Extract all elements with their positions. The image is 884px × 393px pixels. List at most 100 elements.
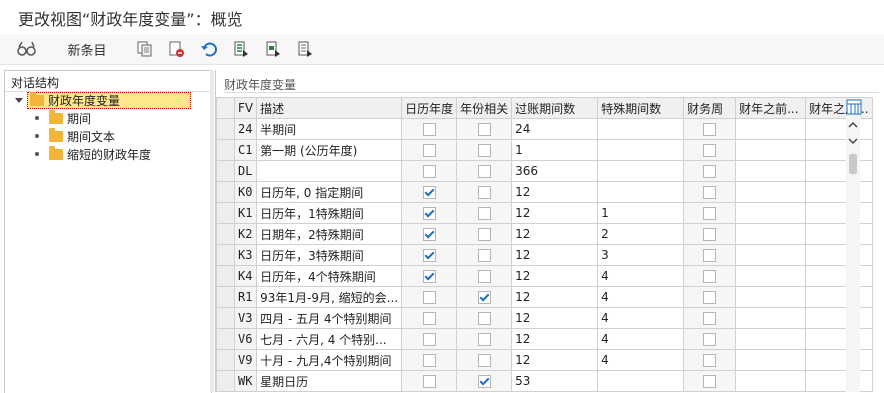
table-row[interactable]: V6 七月 - 六月, 4 个特别... 12 4 bbox=[216, 328, 873, 350]
delete-icon[interactable] bbox=[166, 38, 188, 60]
row-selector[interactable] bbox=[216, 370, 235, 392]
table-row[interactable]: C1 第一期 (公历年度) 1 bbox=[216, 139, 873, 161]
table-row[interactable]: K1 日历年，1特殊期间 12 1 bbox=[216, 202, 873, 224]
calendar-year-cell[interactable] bbox=[401, 139, 458, 161]
undo-icon[interactable] bbox=[198, 38, 220, 60]
year-dependent-checkbox[interactable] bbox=[477, 270, 491, 283]
calendar-year-checkbox[interactable] bbox=[422, 165, 436, 178]
year-dependent-checkbox[interactable] bbox=[477, 375, 491, 388]
row-selector-header[interactable] bbox=[216, 97, 235, 119]
calendar-year-checkbox[interactable] bbox=[422, 249, 436, 262]
row-selector[interactable] bbox=[216, 328, 235, 350]
fv-cell[interactable]: K3 bbox=[233, 244, 258, 266]
description-cell[interactable]: 日期年，2特殊期间 bbox=[256, 223, 403, 245]
fiscal-week-checkbox[interactable] bbox=[703, 333, 717, 346]
column-header-fv[interactable]: FV bbox=[233, 97, 258, 119]
deselect-icon[interactable] bbox=[294, 38, 316, 60]
posting-periods-cell[interactable]: 12 bbox=[511, 349, 599, 371]
scroll-up-icon[interactable] bbox=[848, 120, 858, 130]
posting-periods-cell[interactable]: 12 bbox=[511, 286, 599, 308]
fiscal-week-cell[interactable] bbox=[683, 349, 737, 371]
special-periods-cell[interactable] bbox=[597, 118, 685, 140]
calendar-year-cell[interactable] bbox=[401, 265, 458, 287]
column-header-fiscal-week[interactable]: 财务周 bbox=[683, 97, 737, 119]
row-selector[interactable] bbox=[216, 244, 235, 266]
table-row[interactable]: K2 日期年，2特殊期间 12 2 bbox=[216, 223, 873, 245]
tree-item-period-texts[interactable]: 期间文本 bbox=[35, 127, 115, 145]
posting-periods-cell[interactable]: 366 bbox=[511, 160, 599, 182]
fiscal-week-checkbox[interactable] bbox=[703, 249, 717, 262]
fiscal-week-cell[interactable] bbox=[683, 307, 737, 329]
row-selector[interactable] bbox=[216, 202, 235, 224]
row-selector[interactable] bbox=[216, 139, 235, 161]
new-entries-button[interactable]: 新条目 bbox=[64, 38, 110, 60]
table-row[interactable]: K3 日历年，3特殊期间 12 3 bbox=[216, 244, 873, 266]
description-cell[interactable]: 四月 - 五月 4个特别期间 bbox=[256, 307, 403, 329]
calendar-year-checkbox[interactable] bbox=[422, 228, 436, 241]
calendar-year-cell[interactable] bbox=[401, 118, 458, 140]
fy-before-cell[interactable] bbox=[735, 223, 807, 245]
calendar-year-cell[interactable] bbox=[401, 370, 458, 392]
fy-before-cell[interactable] bbox=[735, 139, 807, 161]
fiscal-week-cell[interactable] bbox=[683, 160, 737, 182]
year-dependent-checkbox[interactable] bbox=[477, 207, 491, 220]
year-dependent-cell[interactable] bbox=[456, 118, 513, 140]
fy-after-cell[interactable] bbox=[805, 160, 873, 182]
special-periods-cell[interactable]: 3 bbox=[597, 244, 685, 266]
fiscal-week-checkbox[interactable] bbox=[703, 144, 717, 157]
fiscal-week-cell[interactable] bbox=[683, 118, 737, 140]
fy-before-cell[interactable] bbox=[735, 307, 807, 329]
table-row[interactable]: V9 十月 - 九月,4个特别期间 12 4 bbox=[216, 349, 873, 371]
column-header-special-periods[interactable]: 特殊期间数 bbox=[597, 97, 685, 119]
year-dependent-checkbox[interactable] bbox=[477, 228, 491, 241]
glasses-icon[interactable] bbox=[14, 38, 40, 60]
fiscal-week-checkbox[interactable] bbox=[703, 291, 717, 304]
posting-periods-cell[interactable]: 12 bbox=[511, 202, 599, 224]
fiscal-week-cell[interactable] bbox=[683, 265, 737, 287]
row-selector[interactable] bbox=[216, 286, 235, 308]
year-dependent-checkbox[interactable] bbox=[477, 312, 491, 325]
select-block-icon[interactable] bbox=[262, 38, 284, 60]
calendar-year-checkbox[interactable] bbox=[422, 333, 436, 346]
special-periods-cell[interactable]: 4 bbox=[597, 286, 685, 308]
special-periods-cell[interactable]: 4 bbox=[597, 328, 685, 350]
table-row[interactable]: WK 星期日历 53 bbox=[216, 370, 873, 392]
year-dependent-cell[interactable] bbox=[456, 160, 513, 182]
tree-item-periods[interactable]: 期间 bbox=[35, 109, 91, 127]
posting-periods-cell[interactable]: 12 bbox=[511, 307, 599, 329]
row-selector[interactable] bbox=[216, 349, 235, 371]
fv-cell[interactable]: DL bbox=[233, 160, 258, 182]
fiscal-week-cell[interactable] bbox=[683, 139, 737, 161]
year-dependent-cell[interactable] bbox=[456, 328, 513, 350]
posting-periods-cell[interactable]: 12 bbox=[511, 265, 599, 287]
table-settings-icon[interactable] bbox=[846, 99, 862, 115]
fy-before-cell[interactable] bbox=[735, 349, 807, 371]
special-periods-cell[interactable]: 1 bbox=[597, 202, 685, 224]
fiscal-week-checkbox[interactable] bbox=[703, 270, 717, 283]
fiscal-week-checkbox[interactable] bbox=[703, 186, 717, 199]
fy-after-cell[interactable] bbox=[805, 118, 873, 140]
fy-after-cell[interactable] bbox=[805, 265, 873, 287]
calendar-year-checkbox[interactable] bbox=[422, 354, 436, 367]
fv-cell[interactable]: V3 bbox=[233, 307, 258, 329]
fv-cell[interactable]: V9 bbox=[233, 349, 258, 371]
posting-periods-cell[interactable]: 12 bbox=[511, 223, 599, 245]
calendar-year-checkbox[interactable] bbox=[422, 270, 436, 283]
fy-after-cell[interactable] bbox=[805, 139, 873, 161]
fv-cell[interactable]: WK bbox=[233, 370, 258, 392]
description-cell[interactable]: 日历年，4个特殊期间 bbox=[256, 265, 403, 287]
posting-periods-cell[interactable]: 12 bbox=[511, 328, 599, 350]
table-row[interactable]: K0 日历年, 0 指定期间 12 bbox=[216, 181, 873, 203]
fiscal-week-checkbox[interactable] bbox=[703, 165, 717, 178]
description-cell[interactable]: 日历年, 0 指定期间 bbox=[256, 181, 403, 203]
posting-periods-cell[interactable]: 53 bbox=[511, 370, 599, 392]
expand-arrow-icon[interactable] bbox=[15, 98, 23, 103]
year-dependent-checkbox[interactable] bbox=[477, 165, 491, 178]
fiscal-week-cell[interactable] bbox=[683, 328, 737, 350]
special-periods-cell[interactable] bbox=[597, 160, 685, 182]
special-periods-cell[interactable]: 4 bbox=[597, 307, 685, 329]
year-dependent-checkbox[interactable] bbox=[477, 291, 491, 304]
year-dependent-cell[interactable] bbox=[456, 223, 513, 245]
fy-before-cell[interactable] bbox=[735, 286, 807, 308]
fv-cell[interactable]: C1 bbox=[233, 139, 258, 161]
